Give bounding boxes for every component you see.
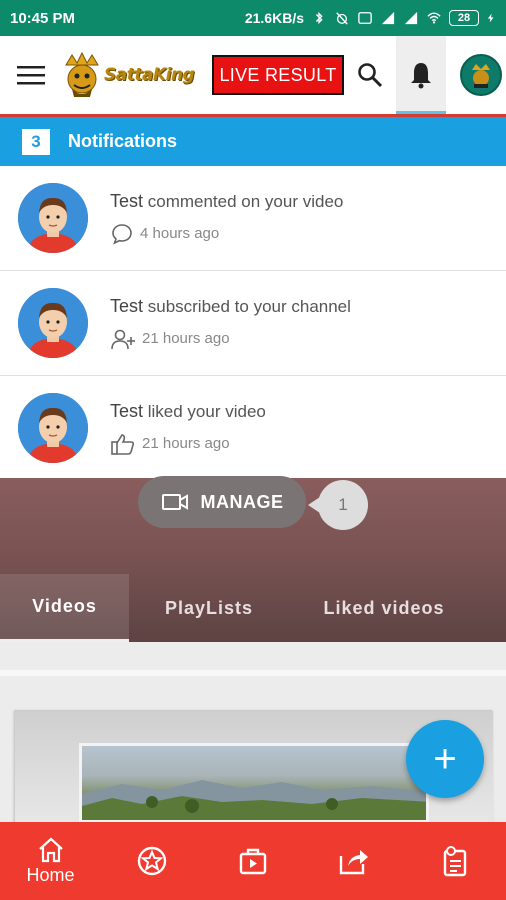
user-avatar: [18, 288, 88, 358]
user-avatar: [18, 393, 88, 463]
network-speed: 21.6KB/s: [244, 10, 304, 26]
tab-videos[interactable]: Videos: [0, 574, 129, 642]
signal-2-icon: [404, 11, 418, 25]
mountain-landscape-icon: [82, 780, 426, 820]
notification-list: Test commented on your video 4 hours ago…: [0, 166, 506, 481]
comment-icon: [112, 223, 132, 245]
divider: [0, 670, 506, 676]
user-face-icon: [18, 183, 88, 253]
notification-action: commented on your video: [143, 191, 344, 211]
clipboard-icon: [443, 846, 466, 877]
wifi-icon: [427, 12, 441, 24]
channel-tabs: Videos PlayLists Liked videos: [0, 574, 506, 642]
add-button[interactable]: +: [406, 720, 484, 798]
battery-indicator: 28: [449, 10, 479, 26]
notification-time: 21 hours ago: [142, 435, 230, 452]
manage-button[interactable]: MANAGE: [138, 476, 306, 528]
user-avatar: [18, 183, 88, 253]
notification-action: liked your video: [143, 401, 266, 421]
nav-home[interactable]: Home: [0, 822, 101, 900]
app-logo[interactable]: SattaKing: [62, 36, 202, 114]
menu-button[interactable]: [0, 36, 62, 114]
avatar[interactable]: [460, 54, 502, 96]
star-icon: [137, 846, 166, 876]
manage-label: MANAGE: [200, 491, 284, 512]
status-bar: 10:45 PM 21.6KB/s 28: [0, 0, 506, 36]
notifications-button[interactable]: [396, 36, 446, 114]
hamburger-icon: [17, 66, 45, 85]
notification-time: 21 hours ago: [142, 330, 230, 347]
bell-icon: [411, 63, 431, 89]
home-icon: [38, 837, 63, 862]
nav-share[interactable]: [303, 822, 404, 900]
user-plus-icon: [111, 329, 135, 349]
notification-count-badge: 3: [22, 128, 50, 155]
notification-item[interactable]: Test subscribed to your channel 21 hours…: [0, 271, 506, 376]
video-camera-icon: [161, 494, 188, 510]
search-button[interactable]: [348, 36, 392, 114]
notification-user: Test: [110, 190, 144, 211]
signal-icon: [381, 11, 395, 25]
tab-playlists[interactable]: PlayLists: [129, 574, 289, 642]
crown-logo-icon: [65, 51, 99, 97]
search-icon: [358, 63, 383, 88]
video-icon: [239, 848, 266, 875]
nav-home-label: Home: [26, 864, 75, 885]
king-avatar-icon: [472, 64, 490, 88]
notification-user: Test: [110, 400, 144, 421]
bluetooth-icon: [315, 11, 323, 25]
status-time: 10:45 PM: [10, 9, 76, 27]
thumbs-up-icon: [111, 433, 135, 455]
alarm-off-icon: [336, 12, 348, 25]
hd-icon: [358, 12, 372, 24]
share-icon: [339, 850, 368, 875]
app-bar: SattaKing LIVE RESULT: [0, 36, 506, 114]
nav-videos[interactable]: [202, 822, 303, 900]
notification-user: Test: [110, 295, 144, 316]
notification-action: subscribed to your channel: [143, 296, 351, 316]
manage-count-badge: 1: [308, 480, 368, 530]
channel-header: MANAGE 1 Videos PlayLists Liked videos: [0, 476, 506, 642]
user-face-icon: [18, 288, 88, 358]
charging-icon: [487, 13, 494, 23]
live-result-button[interactable]: LIVE RESULT: [212, 55, 344, 95]
landscape-image: [79, 743, 429, 823]
notification-item[interactable]: Test commented on your video 4 hours ago: [0, 166, 506, 271]
tab-liked-videos[interactable]: Liked videos: [289, 574, 479, 642]
notifications-title: Notifications: [68, 131, 178, 151]
nav-star[interactable]: [101, 822, 202, 900]
notification-time: 4 hours ago: [140, 225, 220, 242]
user-face-icon: [18, 393, 88, 463]
nav-clipboard[interactable]: [404, 822, 505, 900]
bottom-navigation: Home: [0, 822, 506, 900]
notification-item[interactable]: Test liked your video 21 hours ago: [0, 376, 506, 481]
notifications-header: 3 Notifications: [0, 114, 506, 166]
logo-text: SattaKing: [104, 65, 195, 85]
